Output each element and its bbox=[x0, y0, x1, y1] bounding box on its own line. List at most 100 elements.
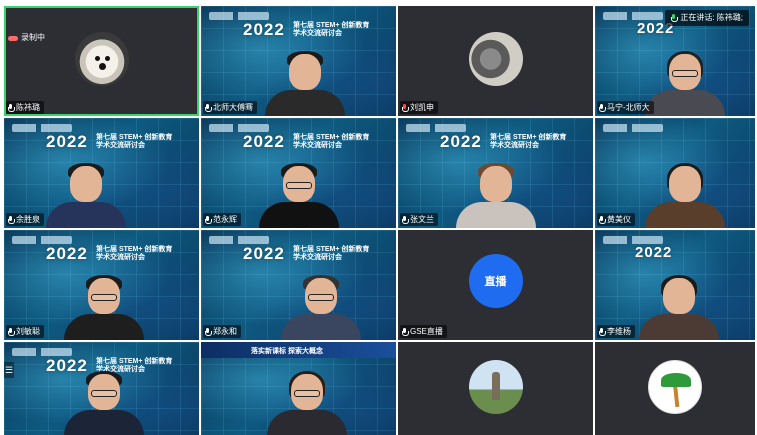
microphone-icon bbox=[671, 14, 679, 22]
video-tile[interactable]: 2022 第七届 STEM+ 创新教育学术交流研讨会 bbox=[4, 342, 199, 435]
poster-year: 2022 bbox=[243, 20, 285, 39]
poster-year: 2022 bbox=[635, 244, 673, 261]
poster-year: 2022 bbox=[440, 132, 482, 151]
microphone-icon bbox=[402, 215, 409, 224]
microphone-icon bbox=[205, 327, 212, 336]
speaking-indicator: 正在讲话: 陈祎璐; bbox=[665, 10, 749, 26]
participant-video bbox=[645, 163, 725, 228]
participant-name: 北师大傅骞 bbox=[213, 103, 253, 112]
poster-title: 第七届 STEM+ 创新教育学术交流研讨会 bbox=[293, 22, 370, 37]
participant-name: 陈祎璐 bbox=[16, 103, 40, 112]
participant-name-tag: 黄美仪 bbox=[597, 213, 635, 226]
poster-year: 2022 bbox=[46, 244, 88, 263]
microphone-muted-icon bbox=[402, 103, 409, 112]
participant-video bbox=[281, 275, 361, 340]
university-logo bbox=[12, 348, 72, 356]
participant-name: 刘凯申 bbox=[410, 103, 434, 112]
microphone-icon bbox=[599, 327, 606, 336]
participant-video bbox=[64, 275, 144, 340]
participant-name-tag: 北师大傅骞 bbox=[203, 101, 257, 114]
university-logo bbox=[12, 236, 72, 244]
poster-year: 2022 bbox=[243, 132, 285, 151]
video-tile[interactable]: 2022 第七届 STEM+ 创新教育学术交流研讨会 余胜泉 bbox=[4, 118, 199, 228]
participant-name: 马宁-北师大 bbox=[607, 103, 650, 112]
participant-video bbox=[265, 51, 345, 116]
video-tile[interactable]: 2022 第七届 STEM+ 创新教育学术交流研讨会 郑永和 bbox=[201, 230, 396, 340]
university-logo bbox=[209, 12, 269, 20]
participant-name: GSE直播 bbox=[410, 327, 443, 336]
banner-text: 落实新课标 探索大概念 bbox=[251, 348, 323, 355]
video-tile[interactable]: 2022 李维杨 bbox=[595, 230, 755, 340]
microphone-icon bbox=[599, 103, 606, 112]
video-tile[interactable]: 2022 第七届 STEM+ 创新教育学术交流研讨会 范永辉 bbox=[201, 118, 396, 228]
participant-video bbox=[645, 51, 725, 116]
microphone-icon bbox=[599, 215, 606, 224]
poster-title: 第七届 STEM+ 创新教育学术交流研讨会 bbox=[96, 134, 173, 149]
university-logo bbox=[209, 124, 269, 132]
participant-name-tag: 余胜泉 bbox=[6, 213, 44, 226]
participant-name-tag: 马宁-北师大 bbox=[597, 101, 654, 114]
participant-video bbox=[267, 371, 347, 435]
video-grid: 录制中 陈祎璐 2022 第七届 STEM+ 创新教育学术交流研讨会 北师大傅骞 bbox=[4, 6, 755, 435]
video-tile[interactable]: 刘凯申 bbox=[398, 6, 593, 116]
recording-badge: 录制中 bbox=[8, 32, 45, 43]
participant-name: 张文兰 bbox=[410, 215, 434, 224]
palm-tree-avatar bbox=[648, 360, 702, 415]
university-logo bbox=[603, 12, 663, 20]
poster-title: 第七届 STEM+ 创新教育学术交流研讨会 bbox=[293, 134, 370, 149]
recording-label: 录制中 bbox=[21, 33, 45, 42]
poster-year: 2022 bbox=[243, 244, 285, 263]
poster-year: 2022 bbox=[46, 356, 88, 375]
participant-name: 郑永和 bbox=[213, 327, 237, 336]
video-tile[interactable] bbox=[398, 342, 593, 435]
video-tile[interactable]: 录制中 陈祎璐 bbox=[4, 6, 199, 116]
university-logo bbox=[603, 236, 663, 244]
participant-video bbox=[639, 275, 719, 340]
video-tile[interactable]: 黄美仪 bbox=[595, 118, 755, 228]
participant-name-tag: 郑永和 bbox=[203, 325, 241, 338]
avatar bbox=[468, 360, 523, 415]
participant-name: 李维杨 bbox=[607, 327, 631, 336]
participant-name-tag: 陈祎璐 bbox=[6, 101, 44, 114]
poster-year: 2022 bbox=[46, 132, 88, 151]
poster-title: 第七届 STEM+ 创新教育学术交流研讨会 bbox=[293, 246, 370, 261]
microphone-icon bbox=[8, 103, 15, 112]
participant-name-tag: 刘敏聪 bbox=[6, 325, 44, 338]
participant-video bbox=[456, 163, 536, 228]
poster-title: 第七届 STEM+ 创新教育学术交流研讨会 bbox=[490, 134, 567, 149]
menu-icon[interactable]: ☰ bbox=[4, 362, 14, 378]
microphone-icon bbox=[8, 327, 15, 336]
microphone-icon bbox=[8, 215, 15, 224]
participant-name-tag: 刘凯申 bbox=[400, 101, 438, 114]
video-tile[interactable]: 2022 第七届 STEM+ 创新教育学术交流研讨会 北师大傅骞 bbox=[201, 6, 396, 116]
participant-name-tag: 李维杨 bbox=[597, 325, 635, 338]
participant-name: 黄美仪 bbox=[607, 215, 631, 224]
avatar bbox=[468, 31, 523, 86]
speaking-label: 正在讲话: 陈祎璐; bbox=[680, 13, 743, 22]
participant-video bbox=[46, 163, 126, 228]
participant-name: 余胜泉 bbox=[16, 215, 40, 224]
participant-video bbox=[259, 163, 339, 228]
video-tile[interactable]: 直播 GSE直播 bbox=[398, 230, 593, 340]
microphone-icon bbox=[205, 103, 212, 112]
university-logo bbox=[406, 124, 466, 132]
video-tile[interactable]: 2022 第七届 STEM+ 创新教育学术交流研讨会 刘敏聪 bbox=[4, 230, 199, 340]
meeting-window: 正在讲话: 陈祎璐; ☰ 录制中 陈祎璐 2022 第七届 STEM+ 创新教育… bbox=[0, 0, 757, 435]
participant-name: 范永辉 bbox=[213, 215, 237, 224]
video-tile[interactable]: 落实新课标 探索大概念 bbox=[201, 342, 396, 435]
university-logo bbox=[12, 124, 72, 132]
university-logo bbox=[209, 236, 269, 244]
participant-name-tag: 范永辉 bbox=[203, 213, 241, 226]
university-logo bbox=[603, 124, 663, 132]
live-stream-button[interactable]: 直播 bbox=[468, 253, 523, 308]
video-tile[interactable]: 2022 第七届 STEM+ 创新教育学术交流研讨会 张文兰 bbox=[398, 118, 593, 228]
video-tile[interactable] bbox=[595, 342, 755, 435]
participant-video bbox=[64, 371, 144, 435]
participant-name-tag: 张文兰 bbox=[400, 213, 438, 226]
microphone-icon bbox=[205, 215, 212, 224]
participant-name-tag: GSE直播 bbox=[400, 325, 447, 338]
cloud-record-icon bbox=[8, 34, 18, 41]
participant-name: 刘敏聪 bbox=[16, 327, 40, 336]
avatar bbox=[74, 31, 129, 86]
poster-title: 第七届 STEM+ 创新教育学术交流研讨会 bbox=[96, 246, 173, 261]
